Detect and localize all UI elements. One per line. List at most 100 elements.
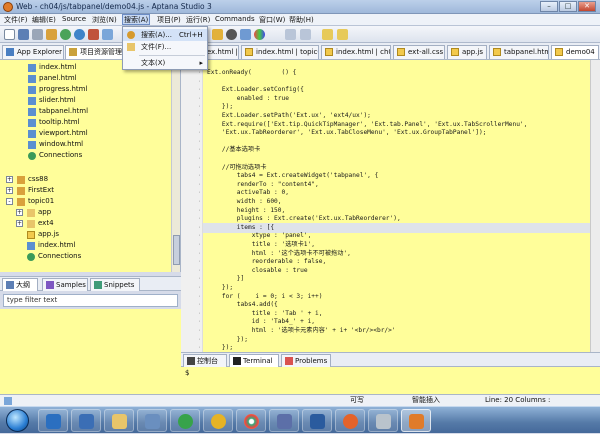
- format-icon[interactable]: [212, 29, 223, 40]
- editor-scrollbar[interactable]: [590, 60, 600, 352]
- menu-item-text[interactable]: 文本(X) ▸: [123, 57, 207, 69]
- print-icon[interactable]: [32, 29, 43, 40]
- terminal-output[interactable]: $: [181, 367, 600, 394]
- tab-outline-label: 大纲: [16, 281, 30, 289]
- outline-filter-input[interactable]: type filter text: [3, 294, 178, 307]
- tab-problems[interactable]: Problems: [281, 354, 331, 367]
- js-file-icon: [27, 231, 35, 239]
- taskbar-app[interactable]: [104, 409, 134, 432]
- html-file-icon: [28, 64, 36, 72]
- title-bar: Web - ch04/js/tabpanel/demo04.js - Aptan…: [0, 0, 600, 14]
- folder-icon: [27, 220, 35, 228]
- menu-edit[interactable]: 编辑(E): [32, 15, 56, 25]
- taskbar-app[interactable]: [38, 409, 68, 432]
- tab-terminal[interactable]: Terminal: [229, 354, 279, 367]
- menu-project[interactable]: 项目(P): [157, 15, 181, 25]
- editor-tab[interactable]: ext-all.css: [393, 45, 445, 59]
- editor-tab[interactable]: app.js: [447, 45, 487, 59]
- run-icon[interactable]: [60, 29, 71, 40]
- taskbar-app[interactable]: [335, 409, 365, 432]
- tab-console[interactable]: 控制台: [183, 354, 227, 367]
- status-icon: [4, 397, 12, 405]
- expand-toggle-icon[interactable]: +: [6, 176, 13, 183]
- expand-toggle-icon[interactable]: +: [6, 187, 13, 194]
- bottom-panel-tabs: 控制台 Terminal Problems: [181, 352, 600, 367]
- expand-toggle-icon[interactable]: +: [16, 209, 23, 216]
- maximize-button[interactable]: □: [559, 1, 577, 12]
- editor-tab-label: demo04: [566, 48, 595, 56]
- menu-file[interactable]: 文件(F): [4, 15, 28, 25]
- minimize-button[interactable]: –: [540, 1, 558, 12]
- expand-toggle-icon[interactable]: +: [16, 220, 23, 227]
- menu-navigate[interactable]: 浏览(N): [92, 15, 117, 25]
- menu-run[interactable]: 运行(R): [186, 15, 210, 25]
- menu-item-search-label: 搜索(A)...: [141, 31, 172, 39]
- app-explorer-icon: [6, 48, 14, 56]
- menu-commands[interactable]: Commands: [215, 15, 255, 23]
- tree-item-label: Connections: [39, 151, 83, 159]
- project-folder-icon: [17, 198, 25, 206]
- debug-icon[interactable]: [74, 29, 85, 40]
- menu-search[interactable]: 搜索(A): [122, 14, 151, 25]
- menu-item-search-shortcut: Ctrl+H: [179, 31, 203, 39]
- taskbar-app[interactable]: [137, 409, 167, 432]
- html-file-icon: [28, 75, 36, 83]
- taskbar-app[interactable]: [368, 409, 398, 432]
- terminal-icon[interactable]: [226, 29, 237, 40]
- next-annotation-icon[interactable]: [285, 29, 296, 40]
- code-line[interactable]: 'Ext.ux.TabReorderer', 'Ext.ux.TabCloseM…: [207, 128, 487, 138]
- project-tree-scrollbar[interactable]: [171, 60, 180, 272]
- collapse-toggle-icon[interactable]: -: [6, 198, 13, 205]
- close-button[interactable]: ✕: [578, 1, 596, 12]
- scrollbar-thumb[interactable]: [173, 235, 180, 265]
- taskbar-app-active[interactable]: [401, 409, 431, 432]
- tab-app-explorer[interactable]: App Explorer: [2, 45, 64, 59]
- tab-snippets[interactable]: Snippets: [90, 278, 140, 291]
- open-folder-icon[interactable]: [46, 29, 57, 40]
- editor-tab-active[interactable]: demo04: [551, 45, 599, 59]
- explorer-folder-icon: [112, 414, 127, 429]
- tab-samples[interactable]: Samples: [42, 278, 88, 291]
- code-line[interactable]: });: [207, 343, 233, 352]
- tree-item-label: tooltip.html: [39, 118, 80, 126]
- tab-problems-label: Problems: [295, 357, 328, 365]
- tab-console-label: 控制台: [197, 357, 218, 365]
- start-button[interactable]: [6, 409, 29, 432]
- menu-item-file[interactable]: 文件(F)...: [123, 41, 207, 53]
- tab-snippets-label: Snippets: [104, 281, 135, 289]
- tab-outline[interactable]: 大纲: [2, 278, 38, 291]
- taskbar-app[interactable]: [203, 409, 233, 432]
- taskbar-app[interactable]: [302, 409, 332, 432]
- stop-icon[interactable]: [88, 29, 99, 40]
- taskbar-app[interactable]: [71, 409, 101, 432]
- prev-annotation-icon[interactable]: [300, 29, 311, 40]
- menu-help[interactable]: 帮助(H): [289, 15, 314, 25]
- taskbar-app[interactable]: [170, 409, 200, 432]
- forward-arrow-icon[interactable]: [337, 29, 348, 40]
- menu-source[interactable]: Source: [62, 15, 86, 23]
- connections-icon: [28, 152, 36, 160]
- editor-tab[interactable]: index.html | topic01: [241, 45, 319, 59]
- back-arrow-icon[interactable]: [322, 29, 333, 40]
- editor-tab[interactable]: index.html | ch04: [321, 45, 391, 59]
- taskbar-app[interactable]: [236, 409, 266, 432]
- tree-item-label: window.html: [39, 140, 84, 148]
- editor-tab-label: tabpanel.html: [504, 48, 549, 56]
- code-line[interactable]: Ext.onReady( () {: [207, 68, 296, 78]
- console-icon: [187, 357, 195, 365]
- code-editor[interactable]: Ext.onReady( () { Ext.Loader.setConfig({…: [203, 60, 590, 352]
- html-file-icon: [28, 86, 36, 94]
- new-file-icon[interactable]: [4, 29, 15, 40]
- menu-item-search[interactable]: 搜索(A)... Ctrl+H: [123, 29, 207, 41]
- problems-icon: [285, 357, 293, 365]
- tree-item-label: progress.html: [39, 85, 88, 93]
- search-tool-icon[interactable]: [240, 29, 251, 40]
- menu-window[interactable]: 窗口(W): [259, 15, 285, 25]
- tree-item-label: slider.html: [39, 96, 76, 104]
- code-line[interactable]: //基本选项卡: [207, 145, 260, 155]
- deploy-icon[interactable]: [102, 29, 113, 40]
- save-icon[interactable]: [18, 29, 29, 40]
- color-picker-icon[interactable]: [254, 29, 265, 40]
- taskbar-app[interactable]: [269, 409, 299, 432]
- editor-tab[interactable]: tabpanel.html: [489, 45, 549, 59]
